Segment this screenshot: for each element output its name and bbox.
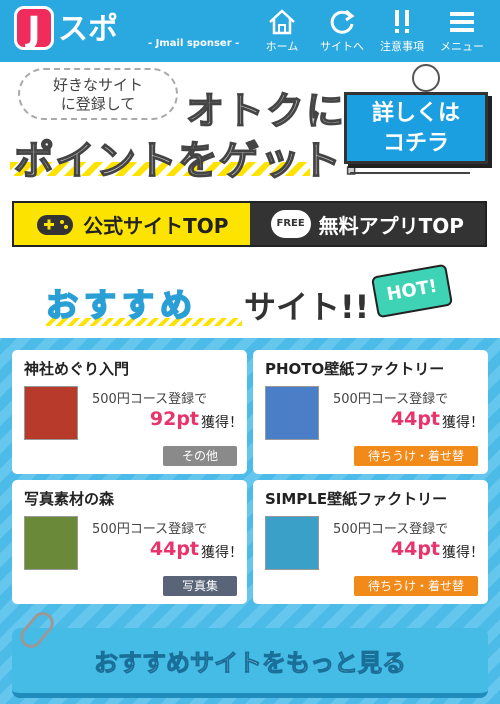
- official-site-top-label: 公式サイトTOP: [83, 213, 229, 238]
- hot-badge: HOT!: [370, 263, 454, 319]
- nav-menu[interactable]: メニュー: [432, 4, 492, 58]
- site-card-title: 写真素材の森: [24, 490, 115, 508]
- home-icon: [252, 4, 312, 38]
- exclamation-icon: [372, 4, 432, 38]
- site-card[interactable]: 写真素材の森 500円コース登録で 44pt 獲得！ 写真集: [12, 480, 247, 604]
- site-card-points: 44pt: [390, 408, 440, 430]
- bubble-line-1: 好きなサイト: [52, 76, 143, 94]
- banner-headline-1: オトクに: [185, 88, 347, 134]
- details-button-line-1: 詳しくは: [371, 101, 460, 126]
- site-card-title: SIMPLE壁紙ファクトリー: [265, 490, 448, 508]
- site-card-title: 神社めぐり入門: [24, 360, 130, 378]
- nav-home[interactable]: ホーム: [252, 4, 312, 58]
- logo-j-mark: J: [14, 6, 54, 51]
- site-card-condition: 500円コース登録で: [333, 522, 449, 537]
- site-thumbnail: [265, 386, 319, 440]
- site-card-condition: 500円コース登録で: [92, 522, 208, 537]
- site-thumbnail: [24, 516, 78, 570]
- nav-notice-label: 注意事項: [380, 40, 424, 53]
- site-card-get: 獲得！: [442, 545, 484, 561]
- site-thumbnail: [24, 386, 78, 440]
- see-more-recommended-button[interactable]: おすすめサイトをもっと見る: [12, 628, 488, 698]
- site-card-category: 写真集: [163, 576, 237, 596]
- logo-word: スポ: [58, 12, 118, 47]
- site-card-condition: 500円コース登録で: [92, 392, 208, 407]
- site-card-get: 獲得！: [442, 415, 484, 431]
- site-card-category: 待ちうけ・着せ替: [354, 446, 478, 466]
- site-card-points: 44pt: [390, 538, 440, 560]
- site-card[interactable]: PHOTO壁紙ファクトリー 500円コース登録で 44pt 獲得！ 待ちうけ・着…: [253, 350, 488, 474]
- logo-subtitle: - Jmail sponser -: [148, 38, 240, 49]
- site-card-points: 44pt: [149, 538, 199, 560]
- nav-notice[interactable]: 注意事項: [372, 4, 432, 58]
- app-header: J スポ - Jmail sponser - ホーム サイトへ 注意事項 メニュ…: [0, 0, 500, 62]
- menu-icon: [432, 4, 492, 38]
- banner-speech-bubble: 好きなサイト に登録して: [18, 68, 178, 120]
- site-card-get: 獲得！: [201, 545, 243, 561]
- see-more-label: おすすめサイトをもっと見る: [94, 649, 407, 678]
- hanging-hook-icon: [412, 64, 440, 92]
- site-card-get: 獲得！: [201, 415, 243, 431]
- nav-site-label: サイトへ: [320, 40, 364, 53]
- site-card[interactable]: SIMPLE壁紙ファクトリー 500円コース登録で 44pt 獲得！ 待ちうけ・…: [253, 480, 488, 604]
- site-thumbnail: [265, 516, 319, 570]
- free-apps-top-button[interactable]: FREE 無料アプリTOP: [249, 203, 485, 245]
- site-card-title: PHOTO壁紙ファクトリー: [265, 360, 445, 378]
- site-card-points: 92pt: [149, 408, 199, 430]
- arrow-line-icon: [350, 172, 470, 174]
- official-site-top-button[interactable]: 公式サイトTOP: [14, 203, 250, 245]
- site-card-condition: 500円コース登録で: [333, 392, 449, 407]
- banner-headline-2: ポイントをゲット!: [13, 137, 362, 185]
- nav-site[interactable]: サイトへ: [312, 4, 372, 58]
- bubble-line-2: に登録して: [60, 95, 136, 113]
- free-badge: FREE: [270, 210, 311, 238]
- site-card-category: その他: [163, 446, 237, 466]
- top-buttons: 公式サイトTOP FREE 無料アプリTOP: [12, 201, 487, 247]
- recommend-heading: おすすめ サイト!! HOT!: [0, 254, 500, 340]
- site-card[interactable]: 神社めぐり入門 500円コース登録で 92pt 獲得！ その他: [12, 350, 247, 474]
- recommend-title-part1: おすすめ: [45, 285, 199, 325]
- free-apps-top-label: 無料アプリTOP: [318, 213, 464, 238]
- promo-banner[interactable]: 好きなサイト に登録して オトクに ポイントをゲット! 詳しくは コチラ: [0, 62, 500, 190]
- nav-home-label: ホーム: [265, 40, 299, 53]
- recommend-title-part2: サイト!!: [244, 288, 370, 326]
- header-nav: ホーム サイトへ 注意事項 メニュー: [252, 4, 492, 58]
- nav-menu-label: メニュー: [440, 40, 484, 53]
- jspo-logo[interactable]: J スポ: [14, 6, 118, 51]
- site-card-category: 待ちうけ・着せ替: [354, 576, 478, 596]
- details-button[interactable]: 詳しくは コチラ: [344, 92, 488, 164]
- gamepad-icon: [37, 215, 74, 235]
- refresh-icon: [312, 4, 372, 38]
- details-button-line-2: コチラ: [382, 131, 449, 156]
